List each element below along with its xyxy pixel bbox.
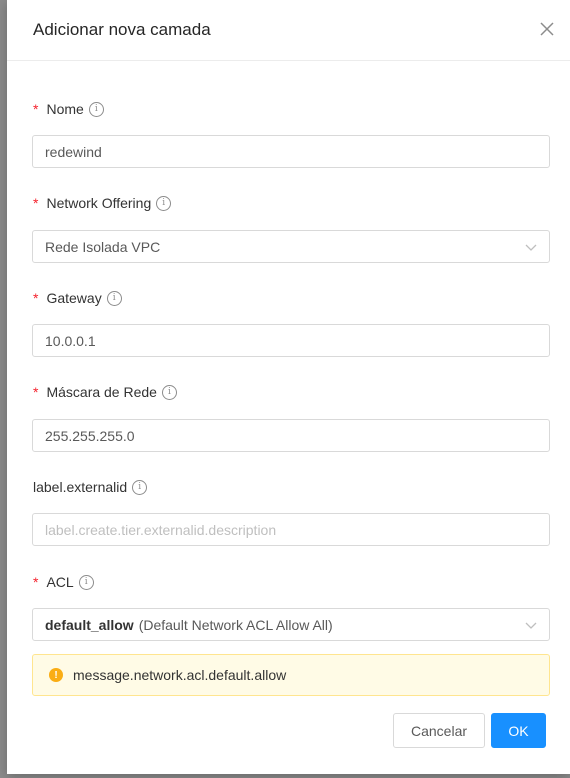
gateway-input-value: 10.0.0.1	[45, 332, 96, 349]
close-icon	[540, 22, 554, 36]
externalid-input[interactable]: label.create.tier.externalid.description	[32, 513, 550, 546]
info-icon[interactable]: i	[161, 384, 177, 400]
add-tier-modal: Adicionar nova camada * Nome i redewind …	[7, 0, 570, 774]
close-button[interactable]	[536, 18, 558, 40]
info-icon[interactable]: i	[156, 195, 172, 211]
name-label: * Nome i	[33, 101, 104, 117]
gateway-label: * Gateway i	[33, 290, 122, 306]
netmask-label-text: Máscara de Rede	[46, 384, 157, 400]
required-marker: *	[33, 101, 39, 117]
gateway-input[interactable]: 10.0.0.1	[32, 324, 550, 357]
netmask-input-value: 255.255.255.0	[45, 427, 135, 444]
required-marker: *	[33, 384, 39, 400]
cancel-button[interactable]: Cancelar	[393, 713, 485, 748]
network-offering-label-text: Network Offering	[46, 195, 152, 211]
externalid-placeholder: label.create.tier.externalid.description	[45, 521, 277, 538]
network-offering-value: Rede Isolada VPC	[45, 238, 161, 255]
required-marker: *	[33, 290, 39, 306]
chevron-down-icon	[525, 244, 537, 251]
acl-label-text: ACL	[46, 574, 74, 590]
externalid-label: label.externalid i	[33, 479, 148, 495]
network-offering-select[interactable]: Rede Isolada VPC	[32, 230, 550, 263]
info-icon[interactable]: i	[132, 479, 148, 495]
warning-icon: !	[49, 668, 63, 682]
acl-warning-alert: ! message.network.acl.default.allow	[32, 654, 550, 696]
externalid-label-text: label.externalid	[33, 479, 128, 495]
required-marker: *	[33, 195, 39, 211]
acl-select[interactable]: default_allow (Default Network ACL Allow…	[32, 608, 550, 641]
acl-value-description: (Default Network ACL Allow All)	[138, 616, 333, 633]
gateway-label-text: Gateway	[46, 290, 102, 306]
required-marker: *	[33, 574, 39, 590]
ok-button[interactable]: OK	[491, 713, 546, 748]
netmask-label: * Máscara de Rede i	[33, 384, 177, 400]
modal-title: Adicionar nova camada	[33, 20, 211, 39]
name-input-value: redewind	[45, 143, 102, 160]
modal-header: Adicionar nova camada	[7, 0, 570, 61]
chevron-down-icon	[525, 622, 537, 629]
netmask-input[interactable]: 255.255.255.0	[32, 419, 550, 452]
name-input[interactable]: redewind	[32, 135, 550, 168]
info-icon[interactable]: i	[78, 574, 94, 590]
network-offering-label: * Network Offering i	[33, 195, 172, 211]
info-icon[interactable]: i	[88, 101, 104, 117]
name-label-text: Nome	[46, 101, 84, 117]
info-icon[interactable]: i	[106, 290, 122, 306]
acl-value-name: default_allow	[45, 616, 134, 633]
alert-message: message.network.acl.default.allow	[73, 667, 287, 683]
acl-label: * ACL i	[33, 574, 94, 590]
